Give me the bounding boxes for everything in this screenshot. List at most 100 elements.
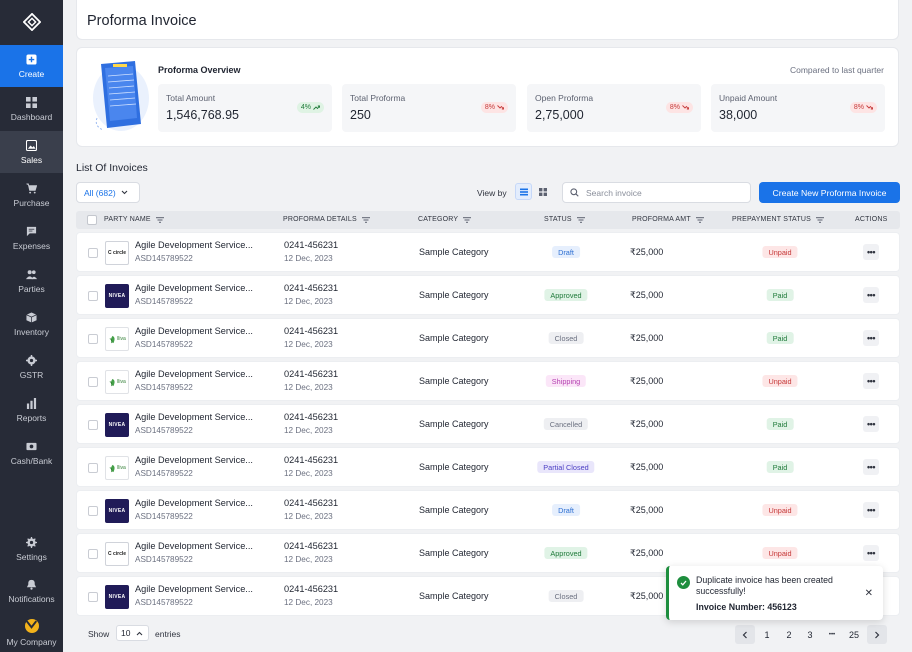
- select-all-checkbox[interactable]: [87, 215, 97, 225]
- more-actions-button[interactable]: •••: [863, 502, 879, 518]
- row-checkbox[interactable]: [88, 420, 98, 430]
- party-name[interactable]: Agile Development Service...: [135, 283, 253, 293]
- row-checkbox[interactable]: [88, 377, 98, 387]
- table-header: PARTY NAME PROFORMA DETAILS CATEGORY STATUS…: [76, 211, 900, 229]
- sidebar-item-purchase[interactable]: Purchase: [0, 174, 63, 216]
- stat-change-badge: 8%: [480, 102, 508, 113]
- more-actions-button[interactable]: •••: [863, 244, 879, 260]
- image-icon: [26, 139, 37, 155]
- table-row[interactable]: NIVEA Agile Development Service... ASD14…: [76, 275, 900, 315]
- column-header-proforma-amt[interactable]: PROFORMA AMT: [632, 216, 704, 223]
- sidebar-item-dashboard[interactable]: Dashboard: [0, 88, 63, 130]
- proforma-date: 12 Dec, 2023: [284, 426, 333, 435]
- party-name[interactable]: Agile Development Service...: [135, 541, 253, 551]
- more-actions-button[interactable]: •••: [863, 330, 879, 346]
- row-checkbox[interactable]: [88, 334, 98, 344]
- sidebar-item-expenses[interactable]: Expenses: [0, 217, 63, 259]
- stat-card-total-proforma: Total Proforma 250 8%: [342, 84, 516, 132]
- sidebar-item-gstr[interactable]: GSTR: [0, 346, 63, 388]
- proforma-amount: ₹25,000: [630, 376, 664, 386]
- next-page-button[interactable]: [867, 625, 887, 644]
- party-code: ASD145789522: [135, 254, 193, 263]
- sidebar-item-sales[interactable]: Sales: [0, 131, 63, 173]
- column-header-status[interactable]: STATUS: [544, 216, 585, 223]
- row-checkbox[interactable]: [88, 463, 98, 473]
- page-button-1[interactable]: 1: [757, 625, 777, 644]
- party-name[interactable]: Agile Development Service...: [135, 498, 253, 508]
- status-badge: Closed: [548, 332, 584, 344]
- page-title: Proforma Invoice: [87, 13, 197, 29]
- row-checkbox[interactable]: [88, 248, 98, 258]
- sidebar-item-create[interactable]: Create: [0, 45, 63, 87]
- list-view-toggle[interactable]: [515, 183, 532, 200]
- party-name[interactable]: Agile Development Service...: [135, 369, 253, 379]
- leaf-icon: [109, 378, 115, 386]
- party-name[interactable]: Agile Development Service...: [135, 584, 253, 594]
- search-input[interactable]: [586, 187, 746, 198]
- party-name[interactable]: Agile Development Service...: [135, 326, 253, 336]
- sidebar-item-label: Parties: [18, 283, 45, 294]
- column-header-party-name[interactable]: PARTY NAME: [104, 216, 164, 223]
- status-badge: Approved: [544, 547, 588, 559]
- sort-icon: [463, 216, 472, 223]
- sidebar-item-parties[interactable]: Parties: [0, 260, 63, 302]
- column-header-prepayment-status[interactable]: PREPAYMENT STATUS: [732, 216, 824, 223]
- chevron-up-icon: [137, 631, 143, 635]
- sidebar-item-label: Settings: [16, 551, 47, 562]
- more-actions-button[interactable]: •••: [863, 287, 879, 303]
- party-logo-text: NIVEA: [108, 508, 126, 514]
- page-button-25[interactable]: 25: [844, 625, 864, 644]
- sidebar-item-reports[interactable]: Reports: [0, 389, 63, 431]
- party-logo: NIVEA: [105, 413, 129, 437]
- entries-select[interactable]: 10: [116, 625, 149, 641]
- column-header-actions: ACTIONS: [855, 216, 888, 223]
- row-checkbox[interactable]: [88, 592, 98, 602]
- proforma-number: 0241-456231: [284, 412, 339, 422]
- page-button-2[interactable]: 2: [779, 625, 799, 644]
- status-badge: Partial Closed: [537, 461, 595, 473]
- sidebar-item-cash-bank[interactable]: Cash/Bank: [0, 432, 63, 474]
- more-actions-button[interactable]: •••: [863, 459, 879, 475]
- party-name[interactable]: Agile Development Service...: [135, 412, 253, 422]
- table-row[interactable]: C circle Agile Development Service... AS…: [76, 232, 900, 272]
- more-actions-button[interactable]: •••: [863, 373, 879, 389]
- prev-page-button[interactable]: [735, 625, 755, 644]
- proforma-date: 12 Dec, 2023: [284, 512, 333, 521]
- column-header-label: PARTY NAME: [104, 216, 151, 223]
- row-checkbox[interactable]: [88, 549, 98, 559]
- box-icon: [26, 311, 37, 327]
- sidebar-item-my-company[interactable]: My Company: [0, 612, 63, 652]
- sidebar-item-inventory[interactable]: Inventory: [0, 303, 63, 345]
- proforma-amount: ₹25,000: [630, 462, 664, 472]
- grid-view-toggle[interactable]: [534, 183, 551, 200]
- invoice-filter-select[interactable]: All (682): [76, 182, 140, 203]
- sidebar-item-settings[interactable]: Settings: [0, 528, 63, 570]
- row-checkbox[interactable]: [88, 291, 98, 301]
- more-actions-button[interactable]: •••: [863, 545, 879, 561]
- column-header-proforma-details[interactable]: PROFORMA DETAILS: [283, 216, 370, 223]
- create-proforma-button[interactable]: Create New Proforma Invoice: [759, 182, 900, 203]
- sidebar-item-label: GSTR: [19, 369, 44, 380]
- app-logo[interactable]: [0, 0, 63, 44]
- search-box[interactable]: [562, 182, 751, 203]
- toast-message: Duplicate invoice has been created succe…: [696, 575, 833, 596]
- column-header-category[interactable]: CATEGORY: [418, 216, 472, 223]
- table-row[interactable]: lliva Agile Development Service... ASD14…: [76, 361, 900, 401]
- table-row[interactable]: lliva Agile Development Service... ASD14…: [76, 318, 900, 358]
- table-row[interactable]: lliva Agile Development Service... ASD14…: [76, 447, 900, 487]
- party-logo-text: lliva: [117, 465, 126, 471]
- prepayment-status-badge: Paid: [766, 289, 794, 301]
- prepayment-status-badge: Unpaid: [762, 547, 798, 559]
- row-checkbox[interactable]: [88, 506, 98, 516]
- leaf-icon: [109, 464, 115, 472]
- bell-icon: [26, 579, 37, 594]
- party-name[interactable]: Agile Development Service...: [135, 240, 253, 250]
- page-button-3[interactable]: 3: [800, 625, 820, 644]
- close-icon[interactable]: ✕: [865, 588, 873, 599]
- stat-change-value: 8%: [853, 104, 864, 111]
- sidebar-item-notifications[interactable]: Notifications: [0, 570, 63, 612]
- table-row[interactable]: NIVEA Agile Development Service... ASD14…: [76, 490, 900, 530]
- more-actions-button[interactable]: •••: [863, 416, 879, 432]
- party-name[interactable]: Agile Development Service...: [135, 455, 253, 465]
- table-row[interactable]: NIVEA Agile Development Service... ASD14…: [76, 404, 900, 444]
